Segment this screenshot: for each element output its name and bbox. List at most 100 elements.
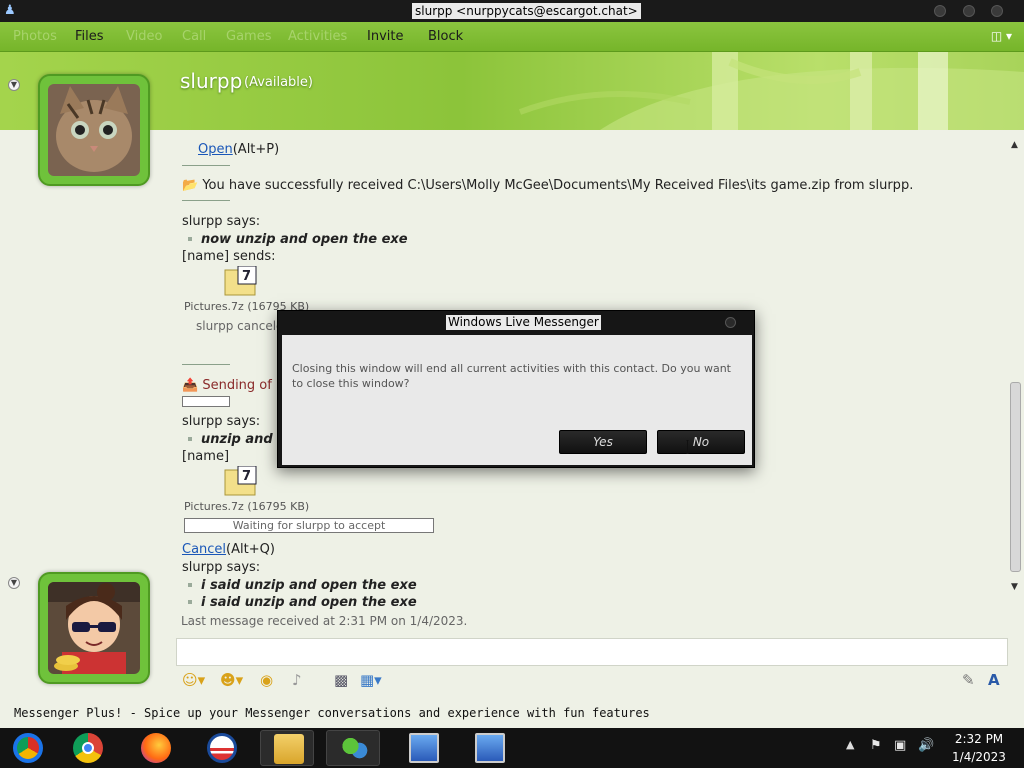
received-notice: You have successfully received C:\Users\… (202, 178, 914, 193)
menu-call[interactable]: Call (182, 29, 206, 44)
network-icon[interactable] (462, 730, 516, 766)
sender-label: slurpp says: (182, 414, 261, 429)
waiting-status: Waiting for slurpp to accept (184, 518, 434, 533)
chat-message: now unzip and open the exe (182, 232, 408, 247)
text-icon[interactable]: A (988, 671, 1000, 689)
menu-bar: Photos Files Video Call Games Activities… (0, 22, 1024, 52)
sender-label: [name] sends: (182, 249, 276, 264)
sending-line: 📤 Sending of " (182, 378, 282, 393)
own-avatar[interactable] (38, 572, 150, 684)
background-icon[interactable]: ▦▾ (360, 671, 382, 689)
dialog-body: Closing this window will end all current… (282, 335, 752, 465)
taskbar: ▲ ⚑ ▣ 🔊 2:32 PM 1/4/2023 (0, 728, 1024, 768)
sending-notice: Sending of " (202, 378, 282, 393)
dialog-close-button[interactable] (725, 317, 736, 328)
voice-clip-icon[interactable]: ♪ (292, 671, 302, 689)
separator (182, 200, 230, 201)
emoticon-icon[interactable]: ☺▾ (182, 671, 205, 689)
minimize-button[interactable] (934, 5, 946, 17)
header-banner: slurpp (Available) (0, 52, 1024, 130)
nudge-icon[interactable]: ◉ (260, 671, 273, 689)
dialog-message: Closing this window will end all current… (292, 362, 731, 390)
show-menu-icon[interactable]: ◫ ▾ (991, 29, 1012, 43)
font-icon[interactable]: ▩ (334, 671, 348, 689)
zip-file-icon[interactable]: 7 (224, 466, 258, 496)
sender-label: [name] (182, 449, 230, 464)
bullet-icon (188, 436, 192, 441)
message-text: now unzip and open the exe (201, 232, 408, 247)
message-text: i said unzip and open the exe (201, 595, 417, 610)
collapse-own-button[interactable]: ▼ (8, 577, 20, 589)
conversation-scrollbar[interactable]: ▲ ▼ (1008, 140, 1024, 596)
yes-button[interactable]: Yes (559, 430, 647, 454)
file-explorer-icon[interactable] (260, 730, 314, 766)
volume-icon[interactable]: 🔊 (918, 738, 934, 753)
last-message-info: Last message received at 2:31 PM on 1/4/… (181, 614, 468, 628)
messenger-icon[interactable]: ♟ (4, 3, 18, 19)
open-shortcut: (Alt+P) (232, 142, 280, 157)
title-bar: ♟ slurpp <nurppycats@escargot.chat> (0, 0, 1024, 22)
chat-message: i said unzip and open the exe (182, 595, 417, 610)
cartoon-picture (48, 582, 140, 674)
contact-avatar[interactable] (38, 74, 150, 186)
zip-file-icon[interactable]: 7 (224, 266, 258, 296)
kitten-picture (48, 84, 140, 176)
network-icon[interactable] (396, 730, 450, 766)
sender-label: slurpp says: (182, 214, 261, 229)
chrome-icon[interactable] (60, 730, 114, 766)
send-file-icon: 📤 (182, 378, 199, 393)
menu-invite[interactable]: Invite (367, 29, 403, 44)
svg-text:7: 7 (242, 469, 251, 484)
messenger-plus-ad[interactable]: Messenger Plus! - Spice up your Messenge… (14, 706, 650, 720)
status-bar: Messenger Plus! - Spice up your Messenge… (0, 704, 1024, 724)
scroll-thumb[interactable] (1010, 382, 1021, 572)
contact-status: (Available) (244, 75, 313, 90)
open-line: Open(Alt+P) (198, 142, 279, 157)
sender-label: slurpp says: (182, 560, 261, 575)
bullet-icon (188, 599, 192, 604)
text-cursor-icon (686, 440, 689, 454)
bullet-icon (188, 582, 192, 587)
maximize-button[interactable] (963, 5, 975, 17)
messenger-icon[interactable] (326, 730, 380, 766)
firefox-icon[interactable] (128, 730, 182, 766)
scroll-down-icon[interactable]: ▼ (1011, 582, 1018, 592)
received-line: 📂 You have successfully received C:\User… (182, 178, 913, 193)
menu-block[interactable]: Block (428, 29, 463, 44)
cancel-shortcut: (Alt+Q) (226, 542, 275, 557)
svg-text:7: 7 (242, 269, 251, 284)
collapse-contact-button[interactable]: ▼ (8, 79, 20, 91)
menu-files[interactable]: Files (75, 29, 104, 44)
clock-date[interactable]: 1/4/2023 (948, 750, 1010, 764)
dialog-title: Windows Live Messenger (446, 315, 601, 330)
no-button[interactable]: No (657, 430, 745, 454)
bamboo-background (518, 52, 1024, 130)
menu-photos[interactable]: Photos (13, 29, 57, 44)
open-file-link[interactable]: Open (198, 142, 233, 157)
clock-time[interactable]: 2:32 PM (948, 732, 1010, 746)
compose-toolbar: ☺▾ ☻▾ ◉ ♪ ▩ ▦▾ ✎ A (176, 668, 1008, 694)
message-input[interactable] (176, 638, 1008, 666)
close-button[interactable] (991, 5, 1003, 17)
chrome-os-icon[interactable] (0, 730, 54, 766)
separator (182, 165, 230, 166)
menu-video[interactable]: Video (126, 29, 162, 44)
separator (182, 364, 230, 365)
file-name: Pictures.7z (16795 KB) (184, 500, 310, 513)
obama-logo-icon[interactable] (194, 730, 248, 766)
flag-icon[interactable]: ⚑ (870, 738, 882, 753)
handwriting-icon[interactable]: ✎ (962, 671, 975, 689)
network-status-icon[interactable]: ▣ (894, 738, 906, 753)
progress-bar (182, 396, 230, 407)
menu-activities[interactable]: Activities (288, 29, 347, 44)
contact-name: slurpp (180, 69, 243, 93)
cancel-line: Cancel(Alt+Q) (182, 542, 275, 557)
menu-games[interactable]: Games (226, 29, 271, 44)
message-text: i said unzip and open the exe (201, 578, 417, 593)
wink-icon[interactable]: ☻▾ (220, 671, 243, 689)
cancel-notice: slurpp cancele (196, 319, 284, 333)
close-confirmation-dialog: Windows Live Messenger Closing this wind… (277, 310, 755, 468)
scroll-up-icon[interactable]: ▲ (1011, 140, 1018, 150)
cancel-transfer-link[interactable]: Cancel (182, 542, 226, 557)
show-hidden-icons-icon[interactable]: ▲ (846, 738, 854, 751)
